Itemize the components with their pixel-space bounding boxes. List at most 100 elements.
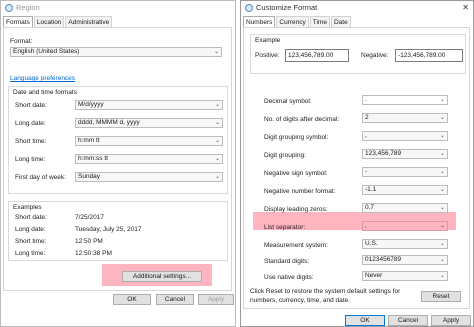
chevron-down-icon: ⌄ [439,273,445,279]
chevron-down-icon: ⌄ [214,120,220,126]
first-day-label: First day of week: [15,174,66,181]
example-short-date-value: 7/25/2017 [75,214,104,221]
additional-settings-button[interactable]: Additional settings... [122,271,202,282]
native-digits-value: Never [365,272,383,279]
example-short-time-label: Short time: [15,238,47,245]
globe-icon [5,4,13,12]
examples-title: Examples [13,204,42,211]
region-apply-button[interactable]: Apply [198,294,234,305]
short-time-dropdown[interactable]: h:mm tt ⌄ [75,136,223,146]
negative-sign-dropdown[interactable]: - ⌄ [362,167,448,177]
long-time-value: h:mm:ss tt [78,155,108,162]
list-separator-label: List separator: [264,224,306,231]
customize-tabs: Numbers Currency Time Date [243,16,352,28]
standard-digits-value: 0123456789 [365,256,402,263]
measurement-system-label: Measurement system: [264,242,328,249]
region-title: Region [16,3,40,12]
digits-after-decimal-value: 2 [365,114,369,121]
example-long-date-value: Tuesday, July 25, 2017 [75,226,142,233]
chevron-down-icon: ⌄ [214,156,220,162]
chevron-down-icon: ⌄ [439,257,445,263]
chevron-down-icon: ⌄ [439,241,445,247]
close-icon[interactable]: ✕ [462,3,469,12]
long-time-label: Long time: [15,156,46,163]
digit-grouping-label: Digit grouping: [264,152,306,159]
example-long-time-label: Long time: [15,250,46,257]
customize-cancel-button[interactable]: Cancel [388,315,428,326]
first-day-value: Sunday [78,173,101,180]
positive-example: 123,456,789.00 [285,49,349,62]
numbers-panel: Example Positive: 123,456,789.00 Negativ… [243,27,470,309]
positive-label: Positive: [255,52,280,59]
chevron-down-icon: ⌄ [439,187,445,193]
decimal-symbol-label: Decimal symbol: [264,98,312,105]
digit-grouping-symbol-dropdown[interactable]: , ⌄ [362,131,448,141]
digit-grouping-symbol-value: , [365,132,367,139]
standard-digits-dropdown[interactable]: 0123456789 ⌄ [362,255,448,265]
format-dropdown[interactable]: English (United States) ⌄ [10,47,222,57]
short-date-label: Short date: [15,102,47,109]
standard-digits-label: Standard digits: [264,258,310,265]
chevron-down-icon: ⌄ [213,49,219,55]
leading-zeros-value: 0.7 [365,204,375,211]
region-tabs: Formats Location Administrative [3,16,113,28]
long-date-dropdown[interactable]: dddd, MMMM d, yyyy ⌄ [75,118,223,128]
native-digits-dropdown[interactable]: Never ⌄ [362,271,448,281]
decimal-symbol-value: . [365,96,367,103]
short-time-value: h:mm tt [78,137,100,144]
long-time-dropdown[interactable]: h:mm:ss tt ⌄ [75,154,223,164]
leading-zeros-label: Display leading zeros: [264,206,328,213]
negative-number-format-value: -1.1 [365,186,377,193]
measurement-system-value: U.S. [365,240,378,247]
customize-apply-button[interactable]: Apply [431,315,471,326]
first-day-dropdown[interactable]: Sunday ⌄ [75,172,223,182]
customize-titlebar[interactable]: Customize Format ✕ [241,1,473,15]
example-short-time-value: 12:50 PM [75,238,103,245]
list-separator-dropdown[interactable]: , ⌄ [362,221,448,231]
region-ok-button[interactable]: OK [113,294,151,305]
format-value: English (United States) [13,48,80,55]
digits-after-decimal-dropdown[interactable]: 2 ⌄ [362,113,448,123]
measurement-system-dropdown[interactable]: U.S. ⌄ [362,239,448,249]
formats-panel: Format: English (United States) ⌄ Langua… [3,27,232,291]
chevron-down-icon: ⌄ [214,138,220,144]
list-separator-value: , [365,222,367,229]
chevron-down-icon: ⌄ [214,174,220,180]
chevron-down-icon: ⌄ [439,151,445,157]
leading-zeros-dropdown[interactable]: 0.7 ⌄ [362,203,448,213]
negative-example: -123,456,789.00 [395,49,463,62]
chevron-down-icon: ⌄ [439,97,445,103]
date-time-formats-title: Date and time formats [13,89,77,96]
customize-format-window: Customize Format ✕ Numbers Currency Time… [240,0,474,327]
reset-info-line-1: Click Reset to restore the system defaul… [250,288,401,295]
format-label: Format: [10,38,33,45]
short-date-dropdown[interactable]: M/d/yyyy ⌄ [75,100,223,110]
customize-title: Customize Format [256,3,318,12]
digit-grouping-dropdown[interactable]: 123,456,789 ⌄ [362,149,448,159]
chevron-down-icon: ⌄ [439,169,445,175]
region-cancel-button[interactable]: Cancel [156,294,194,305]
decimal-symbol-dropdown[interactable]: . ⌄ [362,95,448,105]
example-title: Example [255,37,281,44]
example-long-date-label: Long date: [15,226,46,233]
language-preferences-link[interactable]: Language preferences [10,75,75,82]
region-titlebar[interactable]: Region [1,1,235,15]
negative-label: Negative: [361,52,389,59]
negative-number-format-dropdown[interactable]: -1.1 ⌄ [362,185,448,195]
chevron-down-icon: ⌄ [439,223,445,229]
negative-sign-label: Negative sign symbol: [264,170,328,177]
digit-grouping-value: 123,456,789 [365,150,402,157]
chevron-down-icon: ⌄ [439,115,445,121]
reset-button[interactable]: Reset [421,291,461,302]
reset-info-line-2: numbers, currency, time, and date. [250,297,350,304]
example-long-time-value: 12:50:38 PM [75,250,112,257]
negative-sign-value: - [365,168,368,175]
examples-group: Examples Short date: 7/25/2017 Long date… [8,201,228,261]
short-time-label: Short time: [15,138,47,145]
region-window: Region Formats Location Administrative F… [0,0,236,327]
long-date-label: Long date: [15,120,46,127]
customize-ok-button[interactable]: OK [345,315,385,326]
long-date-value: dddd, MMMM d, yyyy [78,119,140,126]
chevron-down-icon: ⌄ [439,205,445,211]
chevron-down-icon: ⌄ [214,102,220,108]
